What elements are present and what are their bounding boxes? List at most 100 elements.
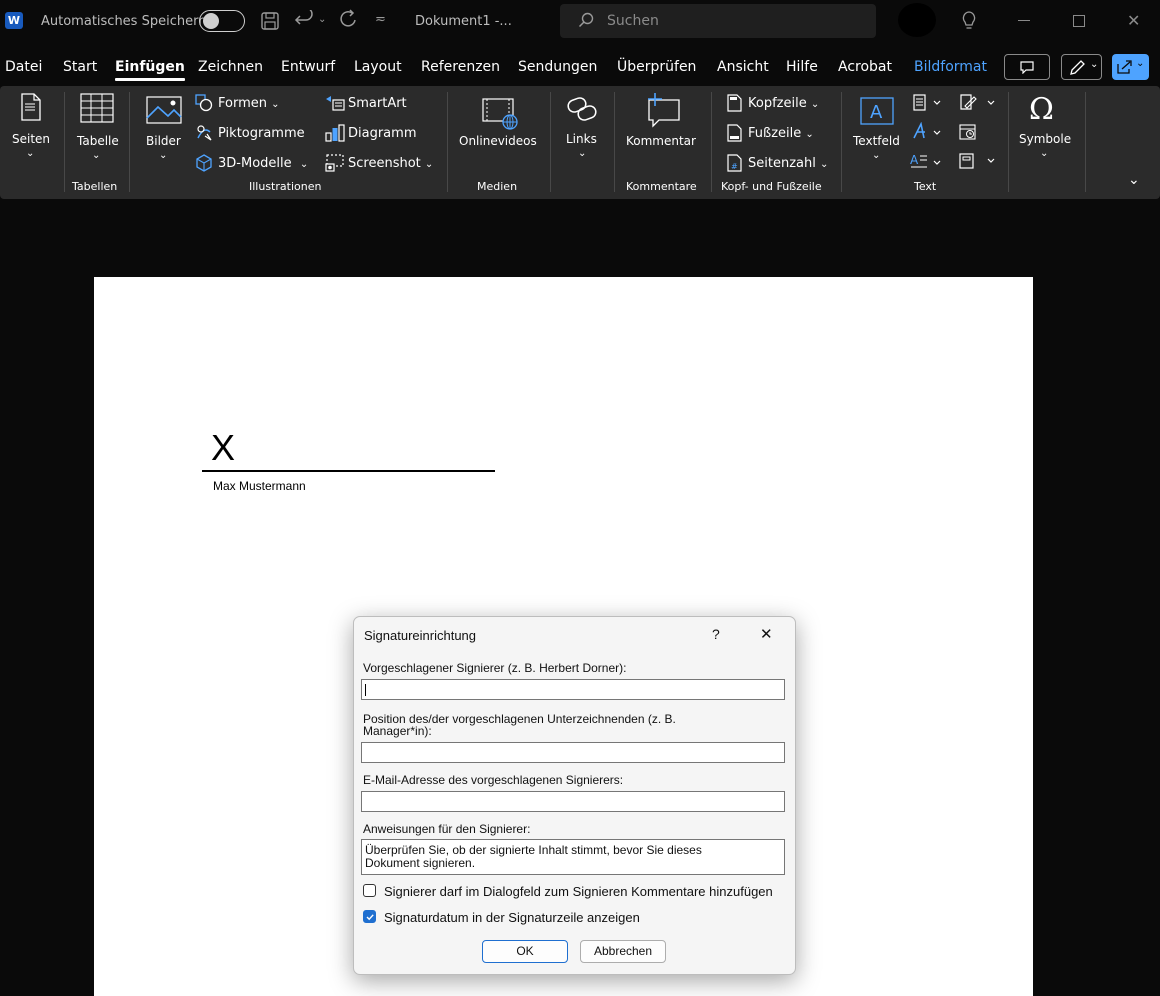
comments-button[interactable]: [1004, 54, 1050, 80]
chevron-down-icon: ⌄: [299, 159, 309, 170]
word-app-icon[interactable]: W: [5, 12, 23, 29]
position-label-line-2: Manager*in):: [363, 724, 432, 738]
drop-cap-icon[interactable]: A: [910, 152, 942, 176]
show-date-checkbox[interactable]: [363, 910, 376, 923]
3d-models-button[interactable]: 3D-Modelle ⌄: [218, 156, 308, 171]
table-button[interactable]: Tabelle: [77, 134, 119, 148]
chart-button[interactable]: Diagramm: [348, 126, 416, 141]
quick-parts-icon[interactable]: [912, 94, 942, 116]
allow-comments-label[interactable]: Signierer darf im Dialogfeld zum Signier…: [384, 885, 773, 898]
title-bar: W Automatisches Speichern ⌄ ≂ Dokument1 …: [0, 0, 1160, 44]
symbols-button[interactable]: Symbole: [1019, 132, 1071, 146]
header-button[interactable]: Kopfzeile ⌄: [748, 96, 819, 111]
group-label-kopf-fuss: Kopf- und Fußzeile: [721, 180, 822, 193]
divider: [614, 92, 615, 192]
screenshot-button[interactable]: Screenshot ⌄: [348, 156, 433, 171]
account-avatar[interactable]: [898, 3, 936, 37]
chevron-down-icon: ⌄: [819, 159, 829, 170]
tab-einfuegen[interactable]: Einfügen: [115, 59, 185, 81]
save-icon[interactable]: [260, 11, 280, 35]
icons-button[interactable]: Piktogramme: [218, 126, 305, 141]
online-videos-button[interactable]: Onlinevideos: [459, 134, 537, 148]
undo-dropdown-icon[interactable]: ⌄: [318, 14, 326, 25]
email-label: E-Mail-Adresse des vorgeschlagenen Signi…: [363, 773, 624, 787]
chevron-down-icon[interactable]: ⌄: [92, 150, 100, 161]
page-number-label: Seitenzahl: [748, 156, 816, 171]
signer-input[interactable]: [361, 679, 785, 700]
divider: [841, 92, 842, 192]
chevron-down-icon[interactable]: ⌄: [159, 150, 167, 161]
pictures-button[interactable]: Bilder: [146, 134, 181, 148]
new-comment-icon: [645, 92, 681, 132]
close-icon[interactable]: ✕: [760, 625, 773, 643]
date-time-icon[interactable]: [959, 123, 977, 145]
chevron-down-icon[interactable]: ⌄: [578, 148, 586, 159]
search-box[interactable]: Suchen: [560, 4, 876, 38]
undo-icon[interactable]: [294, 7, 316, 34]
minimize-icon[interactable]: [1018, 20, 1030, 21]
ok-button[interactable]: OK: [482, 940, 568, 963]
chevron-down-icon: ⌄: [805, 129, 814, 140]
group-label-illustrationen: Illustrationen: [249, 180, 322, 193]
tab-entwurf[interactable]: Entwurf: [281, 59, 335, 75]
online-video-icon: [482, 98, 518, 134]
pages-button[interactable]: Seiten: [12, 132, 50, 146]
header-icon: [727, 94, 742, 116]
pages-icon: [20, 92, 42, 126]
tab-zeichnen[interactable]: Zeichnen: [198, 59, 263, 75]
tab-acrobat[interactable]: Acrobat: [838, 59, 892, 75]
smartart-button[interactable]: SmartArt: [348, 96, 407, 111]
footer-button[interactable]: Fußzeile ⌄: [748, 126, 814, 141]
collapse-ribbon-icon[interactable]: ⌄: [1128, 172, 1140, 188]
show-date-label[interactable]: Signaturdatum in der Signaturzeile anzei…: [384, 911, 640, 924]
shapes-button[interactable]: Formen ⌄: [218, 96, 280, 111]
lightbulb-icon[interactable]: [961, 10, 977, 36]
position-input[interactable]: [361, 742, 785, 763]
share-button[interactable]: ⌄: [1112, 54, 1149, 80]
allow-comments-checkbox[interactable]: [363, 884, 376, 897]
dialog-title: Signatureinrichtung: [364, 628, 477, 643]
chevron-down-icon[interactable]: ⌄: [26, 148, 34, 159]
textbox-button[interactable]: Textfeld: [853, 134, 900, 148]
tab-sendungen[interactable]: Sendungen: [518, 59, 597, 75]
footer-label: Fußzeile: [748, 126, 802, 141]
instructions-textarea[interactable]: Überprüfen Sie, ob der signierte Inhalt …: [361, 839, 785, 875]
search-placeholder: Suchen: [607, 13, 659, 29]
page-number-icon: #: [727, 154, 742, 176]
links-button[interactable]: Links: [566, 132, 597, 146]
tab-ansicht[interactable]: Ansicht: [717, 59, 769, 75]
signature-line[interactable]: [202, 470, 495, 472]
table-icon: [80, 93, 114, 127]
tab-start[interactable]: Start: [63, 59, 97, 75]
signature-setup-dialog: Signatureinrichtung ? ✕ Vorgeschlagener …: [353, 616, 796, 975]
tab-bildformat[interactable]: Bildformat: [914, 59, 987, 75]
customize-toolbar-icon[interactable]: ≂: [375, 12, 386, 27]
page-number-button[interactable]: Seitenzahl ⌄: [748, 156, 828, 171]
maximize-icon[interactable]: [1073, 15, 1085, 27]
help-icon[interactable]: ?: [712, 626, 720, 642]
tab-datei[interactable]: Datei: [5, 59, 42, 75]
wordart-icon[interactable]: [912, 121, 942, 146]
share-icon: [1117, 60, 1132, 74]
comment-button[interactable]: Kommentar: [626, 134, 696, 148]
document-title: Dokument1 -...: [415, 14, 512, 29]
footer-icon: [727, 124, 742, 146]
autosave-toggle[interactable]: [199, 10, 245, 32]
tab-layout[interactable]: Layout: [354, 59, 402, 75]
editing-mode-button[interactable]: ⌄: [1061, 54, 1102, 80]
chevron-down-icon[interactable]: ⌄: [872, 150, 880, 161]
signature-line-icon[interactable]: [959, 93, 997, 117]
chevron-down-icon[interactable]: ⌄: [1040, 148, 1048, 159]
email-input[interactable]: [361, 791, 785, 812]
search-icon: [578, 12, 594, 32]
redo-icon[interactable]: [338, 9, 358, 35]
instructions-label: Anweisungen für den Signierer:: [363, 822, 531, 836]
object-icon[interactable]: [959, 152, 997, 174]
pictures-icon: [146, 96, 182, 128]
close-window-icon[interactable]: ✕: [1127, 11, 1140, 30]
cube-icon: [195, 154, 213, 176]
tab-ueberpruefen[interactable]: Überprüfen: [617, 59, 696, 75]
cancel-button[interactable]: Abbrechen: [580, 940, 666, 963]
tab-referenzen[interactable]: Referenzen: [421, 59, 500, 75]
tab-hilfe[interactable]: Hilfe: [786, 59, 818, 75]
